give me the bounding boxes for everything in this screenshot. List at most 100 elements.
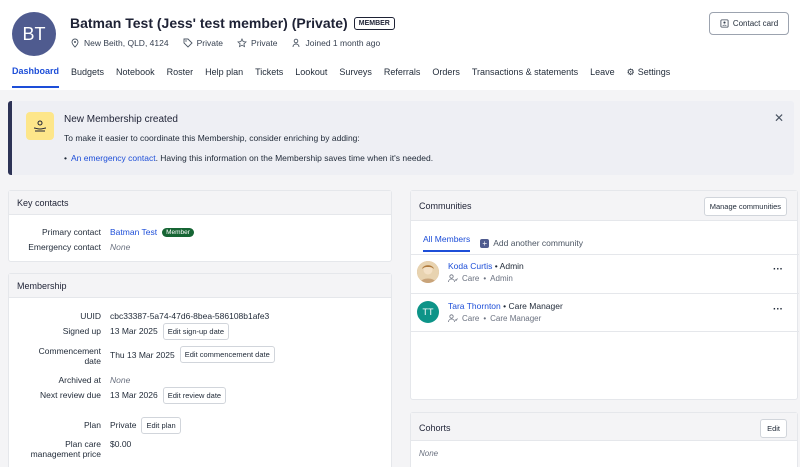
signed-up-value: 13 Mar 2025 Edit sign-up date: [110, 322, 230, 340]
meta-location: New Beith, QLD, 4124: [70, 38, 169, 48]
tab-surveys[interactable]: Surveys: [339, 66, 372, 88]
contact-card-button[interactable]: Contact card: [709, 12, 789, 35]
dashboard-content: New Membership created To make it easier…: [0, 90, 800, 467]
emergency-contact-label: Emergency contact: [28, 242, 101, 252]
star-icon: [237, 38, 247, 48]
emergency-contact-value: None: [110, 242, 131, 252]
divider: [411, 331, 799, 332]
more-options-icon[interactable]: ···: [773, 264, 783, 275]
meta-row: New Beith, QLD, 4124 Private Private Joi…: [70, 38, 380, 48]
add-community-tab[interactable]: + Add another community: [480, 234, 583, 252]
member-sub-line: Care • Admin: [448, 274, 513, 283]
review-date: 13 Mar 2026: [110, 390, 158, 400]
tab-dashboard[interactable]: Dashboard: [12, 66, 60, 88]
new-membership-alert: New Membership created To make it easier…: [8, 101, 794, 175]
price-label-2: management price: [30, 449, 101, 459]
signed-up-date: 13 Mar 2025: [110, 326, 158, 336]
tab-referrals[interactable]: Referrals: [384, 66, 421, 88]
tab-orders[interactable]: Orders: [432, 66, 460, 88]
tag-icon: [183, 38, 193, 48]
user-plus-icon: [292, 38, 299, 48]
review-label: Next review due: [40, 390, 101, 400]
commencement-label: Commencement date: [9, 346, 101, 366]
tab-lookout[interactable]: Lookout: [295, 66, 327, 88]
plan-label: Plan: [83, 420, 101, 430]
alert-body: To make it easier to coordinate this Mem…: [64, 133, 360, 143]
member-role: Admin: [499, 261, 524, 271]
users-icon: [448, 274, 458, 283]
member-pill: Member: [162, 227, 194, 237]
tab-notebook[interactable]: Notebook: [116, 66, 155, 88]
edit-signup-date-button[interactable]: Edit sign-up date: [162, 322, 230, 340]
member-row-tara: TT Tara Thornton • Care Manager Care • C…: [417, 297, 793, 333]
community-tabs: All Members + Add another community: [423, 234, 583, 252]
primary-contact-label: Primary contact: [41, 227, 101, 237]
member-avatar: BT: [12, 12, 56, 56]
uuid-row: UUID cbc33387-5a74-47d6-8bea-586108b1afe…: [9, 311, 269, 321]
alert-bullet-content: An emergency contact. Having this inform…: [71, 153, 433, 163]
edit-commencement-date-button[interactable]: Edit commencement date: [179, 346, 275, 363]
divider: [411, 254, 799, 255]
page-header: BT Batman Test (Jess' test member) (Priv…: [0, 0, 800, 95]
location-text: New Beith, QLD, 4124: [84, 38, 169, 48]
page-title: Batman Test (Jess' test member) (Private…: [70, 15, 348, 31]
more-options-icon[interactable]: ···: [773, 304, 783, 315]
tab-tickets[interactable]: Tickets: [255, 66, 283, 88]
contact-card-label: Contact card: [732, 19, 779, 28]
commencement-row: Commencement date Thu 13 Mar 2025 Edit co…: [9, 346, 275, 366]
cohorts-panel: Cohorts Edit None: [410, 412, 798, 467]
edit-review-date-button[interactable]: Edit review date: [162, 386, 227, 404]
member-role: Care Manager: [508, 301, 563, 311]
archived-label: Archived at: [58, 375, 101, 385]
alert-bullet: • An emergency contact. Having this info…: [64, 153, 433, 163]
edit-plan-button[interactable]: Edit plan: [141, 416, 181, 434]
primary-contact-value: Batman Test Member: [110, 227, 194, 237]
plan-value: Private Edit plan: [110, 416, 181, 434]
tab-settings[interactable]: ⚙ Settings: [627, 66, 671, 88]
price-value: $0.00: [110, 439, 132, 449]
koda-avatar: [417, 261, 439, 283]
divider: [411, 293, 799, 294]
hand-heart-icon: [26, 112, 54, 140]
member-group: Care: [462, 314, 480, 323]
edit-cohorts-button[interactable]: Edit: [760, 419, 787, 438]
joined-text: Joined 1 month ago: [305, 38, 381, 48]
main-tabs: Dashboard Budgets Notebook Roster Help p…: [12, 66, 682, 88]
commencement-label-1: Commencement: [38, 346, 101, 356]
primary-contact-link[interactable]: Batman Test: [110, 227, 157, 237]
tab-roster[interactable]: Roster: [167, 66, 194, 88]
member-name-link[interactable]: Koda Curtis: [448, 261, 492, 271]
communities-title: Communities: [419, 201, 472, 211]
tab-transactions[interactable]: Transactions & statements: [472, 66, 578, 88]
commencement-date: Thu 13 Mar 2025: [110, 349, 175, 360]
commencement-value: Thu 13 Mar 2025 Edit commencement date: [110, 346, 275, 363]
member-name-line: Tara Thornton • Care Manager: [448, 301, 563, 311]
plus-icon: +: [480, 238, 490, 248]
manage-communities-button[interactable]: Manage communities: [703, 197, 787, 216]
membership-panel: Membership UUID cbc33387-5a74-47d6-8bea-…: [8, 273, 392, 467]
price-row: Plan care management price $0.00: [9, 439, 132, 459]
signed-up-label: Signed up: [62, 326, 101, 336]
member-name-link[interactable]: Tara Thornton: [448, 301, 501, 311]
gear-icon: ⚙: [626, 66, 635, 77]
meta-joined: Joined 1 month ago: [292, 38, 381, 48]
privacy-text-1: Private: [196, 38, 224, 48]
tab-settings-label: Settings: [637, 67, 671, 77]
member-group: Care: [462, 274, 480, 283]
tab-help-plan[interactable]: Help plan: [205, 66, 243, 88]
archived-value: None: [110, 375, 131, 385]
tara-avatar: TT: [417, 301, 439, 323]
alert-title: New Membership created: [64, 114, 178, 125]
close-icon[interactable]: ✕: [774, 111, 784, 125]
member-sub-role: Admin: [490, 274, 513, 283]
tab-all-members[interactable]: All Members: [423, 234, 471, 252]
membership-title: Membership: [9, 274, 391, 298]
archived-row: Archived at None: [9, 375, 130, 385]
meta-privacy-1: Private: [183, 38, 223, 48]
tab-budgets[interactable]: Budgets: [71, 66, 104, 88]
emergency-contact-link[interactable]: An emergency contact: [71, 153, 156, 163]
tab-leave[interactable]: Leave: [590, 66, 615, 88]
sub-separator: •: [483, 314, 487, 323]
bullet-dot: •: [64, 153, 67, 163]
meta-privacy-2: Private: [237, 38, 278, 48]
